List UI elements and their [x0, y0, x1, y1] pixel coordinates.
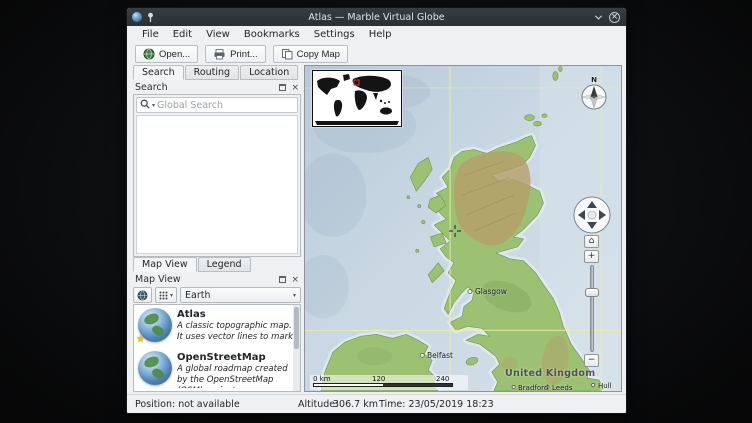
main-toolbar: Open... Print... Copy Map: [127, 43, 626, 65]
dropdown-arrow-icon: ▾: [170, 292, 173, 299]
copy-map-button[interactable]: Copy Map: [273, 45, 348, 63]
compass-north-label: N: [577, 76, 611, 84]
celestial-body-select[interactable]: Earth ▾: [180, 287, 301, 303]
map-view-dock-header: Map View ×: [133, 273, 301, 286]
home-button[interactable]: ⌂: [584, 235, 599, 248]
menu-file[interactable]: File: [135, 28, 166, 41]
tab-legend[interactable]: Legend: [198, 257, 251, 272]
window-title: Atlas — Marble Virtual Globe: [127, 12, 626, 23]
bottom-panel-tabs: Map View Legend: [133, 257, 252, 272]
theme-list-scrollbar[interactable]: [293, 305, 300, 391]
zoom-in-button[interactable]: +: [584, 250, 599, 263]
pin-icon[interactable]: [146, 12, 155, 23]
menu-view[interactable]: View: [199, 28, 237, 41]
search-input[interactable]: [157, 100, 294, 111]
grid-icon: [159, 291, 168, 300]
chevron-down-icon: [595, 12, 602, 19]
search-icon[interactable]: [140, 99, 150, 112]
crosshair-icon: [449, 225, 461, 237]
zoom-slider-track[interactable]: [590, 265, 594, 352]
marble-window: Atlas — Marble Virtual Globe × File Edit…: [126, 7, 627, 414]
shade-button[interactable]: [593, 12, 604, 23]
copy-map-label: Copy Map: [297, 49, 340, 60]
compass-rose[interactable]: N: [577, 76, 611, 113]
dropdown-arrow-icon: ▾: [293, 292, 296, 299]
theme-name: OpenStreetMap: [177, 351, 296, 364]
map-scale-bar: 0 km 120 240: [310, 375, 468, 390]
open-button[interactable]: Open...: [135, 45, 198, 63]
compass-icon: [581, 84, 607, 110]
pan-control[interactable]: [573, 196, 611, 234]
zoom-out-button[interactable]: −: [584, 354, 599, 367]
map-view-dock-title: Map View: [135, 274, 181, 285]
zoom-slider-handle[interactable]: [585, 288, 599, 297]
favorite-star-icon[interactable]: ★: [136, 334, 145, 345]
overview-world-map[interactable]: [312, 70, 402, 127]
menu-help[interactable]: Help: [362, 28, 399, 41]
float-dock-icon[interactable]: [279, 276, 286, 283]
theme-name: Atlas: [177, 308, 296, 321]
scale-max-label: 240: [436, 375, 449, 383]
search-dock-header: Search ×: [133, 81, 301, 94]
theme-item-atlas[interactable]: ★ Atlas A classic topographic map. It us…: [134, 305, 300, 348]
print-label: Print...: [230, 49, 257, 60]
theme-description: A classic topographic map. It uses vecto…: [177, 321, 296, 343]
float-dock-icon[interactable]: [279, 84, 286, 91]
scale-mid-label: 120: [372, 375, 385, 383]
printer-icon: [213, 48, 226, 60]
menu-settings[interactable]: Settings: [307, 28, 362, 41]
tab-map-view[interactable]: Map View: [133, 257, 197, 272]
theme-item-openstreetmap[interactable]: OpenStreetMap A global roadmap created b…: [134, 348, 300, 391]
city-label-bradford: Bradford: [518, 384, 548, 392]
atlas-thumbnail: ★: [138, 308, 172, 342]
map-viewport: N ⌂ + − 0 km 120 240: [304, 65, 622, 392]
copy-icon: [281, 48, 293, 60]
menu-edit[interactable]: Edit: [166, 28, 199, 41]
panel-tabs: Search Routing Location: [133, 65, 299, 80]
menubar: File Edit View Bookmarks Settings Help: [127, 26, 626, 43]
close-button[interactable]: ×: [609, 12, 620, 23]
map-theme-list: ★ Atlas A classic topographic map. It us…: [133, 304, 301, 392]
status-time: Time: 23/05/2019 18:23: [379, 399, 494, 410]
map-view-controls: ▾ Earth ▾: [133, 286, 301, 304]
app-icon[interactable]: [132, 12, 142, 22]
status-position: Position: not available: [135, 399, 240, 410]
search-results-list[interactable]: [136, 115, 298, 254]
tab-routing[interactable]: Routing: [185, 65, 239, 80]
scale-bar-segments: [313, 383, 453, 387]
search-options-arrow-icon[interactable]: ▾: [152, 102, 155, 109]
tab-search[interactable]: Search: [133, 65, 184, 80]
status-bar: Position: not available Altitude: 306.7 …: [127, 394, 626, 413]
open-label: Open...: [159, 49, 190, 60]
print-button[interactable]: Print...: [205, 45, 265, 63]
side-panel: Search Routing Location Search × ▾ Map V…: [133, 65, 301, 392]
city-label-belfast: Belfast: [427, 351, 453, 360]
city-label-glasgow: Glasgow: [475, 287, 507, 296]
tab-location[interactable]: Location: [240, 65, 298, 80]
scrollbar-thumb[interactable]: [294, 307, 299, 349]
country-label-united-kingdom: United Kingdom: [505, 368, 595, 379]
globe-file-icon: [143, 48, 155, 60]
search-input-wrap: ▾: [136, 97, 298, 113]
close-dock-icon[interactable]: ×: [291, 84, 299, 92]
scale-zero-label: 0 km: [313, 375, 331, 383]
theme-description: A global roadmap created by the OpenStre…: [177, 364, 296, 388]
close-dock-icon[interactable]: ×: [291, 276, 299, 284]
search-panel: ▾: [133, 94, 301, 257]
menu-bookmarks[interactable]: Bookmarks: [237, 28, 307, 41]
city-label-leeds: Leeds: [552, 384, 572, 392]
city-label-hull: Hull: [598, 382, 612, 390]
openstreetmap-thumbnail: [138, 351, 172, 385]
search-dock-title: Search: [135, 82, 168, 93]
titlebar[interactable]: Atlas — Marble Virtual Globe ×: [127, 8, 626, 26]
projection-button[interactable]: [133, 287, 152, 303]
status-altitude-value: 306.7 km: [333, 399, 378, 410]
theme-view-mode-button[interactable]: ▾: [155, 287, 177, 303]
celestial-body-value: Earth: [185, 290, 210, 301]
